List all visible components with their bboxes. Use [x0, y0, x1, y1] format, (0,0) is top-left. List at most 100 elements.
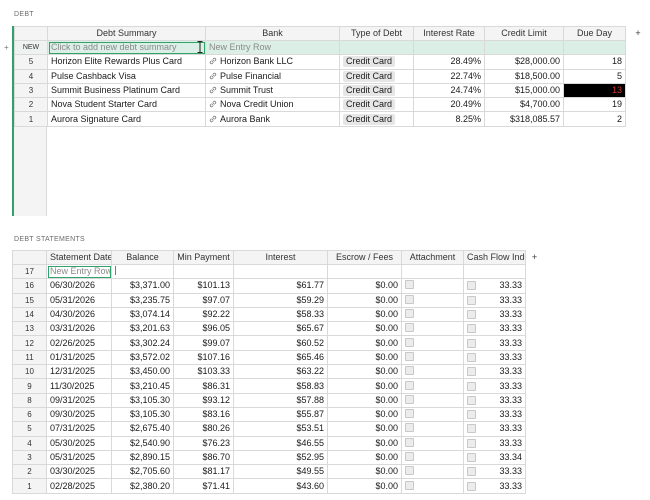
debt-row[interactable]: 2 Nova Student Starter Card Nova Credit Un… — [14, 97, 650, 113]
statement-date-cell[interactable]: 09/31/2025 — [46, 392, 112, 408]
statement-row[interactable]: 12 02/26/2025 $3,302.24 $99.07 $60.52 $0.00 33… — [12, 335, 544, 351]
attachment-icon[interactable] — [405, 294, 414, 304]
statement-row[interactable]: 3 05/31/2025 $2,890.15 $86.70 $52.95 $0.00 33.… — [12, 449, 544, 466]
attachment-cell[interactable] — [401, 392, 464, 408]
interest-rate-cell[interactable]: 20.49% — [413, 97, 485, 113]
attachment-icon[interactable] — [405, 423, 414, 433]
credit-limit-cell[interactable]: $28,000.00 — [484, 54, 564, 70]
min-payment-cell[interactable]: $76.23 — [173, 435, 234, 451]
attachment-icon[interactable] — [467, 310, 476, 320]
attachment-icon[interactable] — [405, 351, 414, 361]
escrow-fees-cell[interactable]: $0.00 — [327, 364, 402, 380]
min-payment-cell[interactable]: $92.22 — [173, 306, 234, 323]
credit-limit-cell[interactable]: $18,500.00 — [484, 68, 564, 84]
statement-date-cell[interactable]: 01/31/2025 — [46, 349, 112, 366]
cash-flow-index-cell[interactable]: 33.33 — [463, 278, 526, 294]
min-payment-cell[interactable]: $99.07 — [173, 335, 234, 351]
attachment-cell[interactable] — [401, 306, 464, 323]
add-column-button[interactable]: + — [626, 27, 650, 41]
statement-date-cell[interactable]: 02/28/2025 — [46, 478, 112, 494]
attachment-cell[interactable] — [401, 364, 464, 380]
attachment-cell[interactable] — [401, 478, 464, 494]
attachment-icon[interactable] — [467, 410, 476, 420]
bank-cell[interactable]: Aurora Bank — [205, 111, 340, 127]
cash-flow-index-cell[interactable]: 33.33 — [463, 406, 526, 423]
balance-cell[interactable]: $3,572.02 — [111, 349, 174, 366]
col-bank[interactable]: Bank — [205, 26, 340, 41]
balance-cell[interactable]: $3,302.24 — [111, 335, 174, 351]
col-balance[interactable]: Balance — [111, 250, 174, 265]
statement-row[interactable]: 15 05/31/2026 $3,235.75 $97.07 $59.29 $0.00 33… — [12, 292, 544, 308]
statement-row[interactable]: 2 03/30/2025 $2,705.60 $81.17 $49.55 $0.00 33.… — [12, 464, 544, 480]
statement-date-cell[interactable]: 12/31/2025 — [46, 364, 112, 380]
new-type-input[interactable] — [339, 39, 414, 56]
escrow-fees-cell[interactable]: $0.00 — [327, 278, 402, 294]
attachment-icon[interactable] — [405, 380, 414, 390]
statement-date-cell[interactable]: 05/31/2025 — [46, 449, 112, 466]
due-day-cell[interactable]: 18 — [563, 54, 626, 70]
cash-flow-index-cell[interactable]: 33.33 — [463, 292, 526, 308]
statement-date-cell[interactable]: 02/26/2025 — [46, 335, 112, 351]
bank-cell[interactable]: Summit Trust — [205, 82, 340, 99]
statement-date-cell[interactable]: 11/30/2025 — [46, 378, 112, 394]
escrow-fees-cell[interactable]: $0.00 — [327, 421, 402, 437]
min-payment-cell[interactable]: $96.05 — [173, 321, 234, 337]
debt-row[interactable]: 3 Summit Business Platinum Card Summit Tru… — [14, 82, 650, 99]
statement-row[interactable]: 8 09/31/2025 $3,105.30 $93.12 $57.88 $0.00 33.… — [12, 392, 544, 408]
due-day-cell[interactable]: 2 — [563, 111, 626, 127]
cash-flow-index-cell[interactable]: 33.33 — [463, 349, 526, 366]
min-payment-cell[interactable]: $101.13 — [173, 278, 234, 294]
statement-date-cell[interactable]: 03/30/2025 — [46, 464, 112, 480]
attachment-cell[interactable] — [401, 421, 464, 437]
attachment-icon[interactable] — [405, 394, 414, 404]
bank-cell[interactable]: Horizon Bank LLC — [205, 54, 340, 70]
cash-flow-index-cell[interactable]: 33.33 — [463, 478, 526, 494]
attachment-cell[interactable] — [401, 435, 464, 451]
balance-cell[interactable]: $2,890.15 — [111, 449, 174, 466]
due-day-cell[interactable]: 13 — [563, 82, 626, 99]
statement-row[interactable]: 10 12/31/2025 $3,450.00 $103.33 $63.22 $0.00 3… — [12, 364, 544, 380]
attachment-icon[interactable] — [467, 352, 476, 362]
balance-cell[interactable]: $2,540.90 — [111, 435, 174, 451]
interest-cell[interactable]: $55.87 — [233, 406, 328, 423]
statement-row[interactable]: 4 05/30/2025 $2,540.90 $76.23 $46.55 $0.00 33.… — [12, 435, 544, 451]
debt-summary-cell[interactable]: Nova Student Starter Card — [47, 97, 206, 113]
interest-rate-cell[interactable]: 22.74% — [413, 68, 485, 84]
min-payment-cell[interactable]: $86.31 — [173, 378, 234, 394]
interest-cell[interactable]: $57.88 — [233, 392, 328, 408]
statement-row[interactable]: 9 11/30/2025 $3,210.45 $86.31 $58.83 $0.00 33.… — [12, 378, 544, 394]
balance-cell[interactable]: $3,371.00 — [111, 278, 174, 294]
balance-cell[interactable]: $3,105.30 — [111, 406, 174, 423]
attachment-icon[interactable] — [467, 453, 476, 462]
attachment-icon[interactable] — [405, 323, 414, 333]
bank-cell[interactable]: Pulse Financial — [205, 68, 340, 84]
attachment-cell[interactable] — [401, 464, 464, 480]
balance-cell[interactable]: $3,074.14 — [111, 306, 174, 323]
type-of-debt-cell[interactable]: Credit Card — [339, 97, 414, 113]
attachment-cell[interactable] — [401, 321, 464, 337]
attachment-icon[interactable] — [405, 437, 414, 447]
interest-cell[interactable]: $49.55 — [233, 464, 328, 480]
attachment-cell[interactable] — [401, 292, 464, 308]
new-due-input[interactable] — [563, 39, 626, 56]
new-bank-input[interactable]: New Entry Row — [205, 39, 340, 56]
statement-date-cell[interactable]: 07/31/2025 — [46, 421, 112, 437]
cash-flow-index-cell[interactable]: 33.33 — [463, 321, 526, 337]
col-interest[interactable]: Interest — [233, 250, 328, 265]
interest-cell[interactable]: $46.55 — [233, 435, 328, 451]
interest-cell[interactable]: $52.95 — [233, 449, 328, 466]
interest-cell[interactable]: $43.60 — [233, 478, 328, 494]
add-row-plus-icon[interactable]: + — [4, 43, 9, 52]
debt-row[interactable]: 5 Horizon Elite Rewards Plus Card Horizon … — [14, 54, 650, 70]
type-of-debt-cell[interactable]: Credit Card — [339, 82, 414, 99]
add-statement-column-button[interactable]: + — [526, 251, 544, 265]
debt-row[interactable]: 1 Aurora Signature Card Aurora Bank Credit … — [14, 111, 650, 127]
col-interest-rate[interactable]: Interest Rate — [413, 26, 485, 41]
statement-date-cell[interactable]: 03/31/2026 — [46, 321, 112, 337]
attachment-icon[interactable] — [467, 481, 476, 491]
col-statement-date[interactable]: Statement Date — [46, 250, 112, 265]
attachment-icon[interactable] — [467, 438, 476, 448]
statement-row[interactable]: 13 03/31/2026 $3,201.63 $96.05 $65.67 $0.00 33… — [12, 321, 544, 337]
min-payment-cell[interactable]: $93.12 — [173, 392, 234, 408]
statement-row[interactable]: 5 07/31/2025 $2,675.40 $80.26 $53.51 $0.00 33.… — [12, 421, 544, 437]
